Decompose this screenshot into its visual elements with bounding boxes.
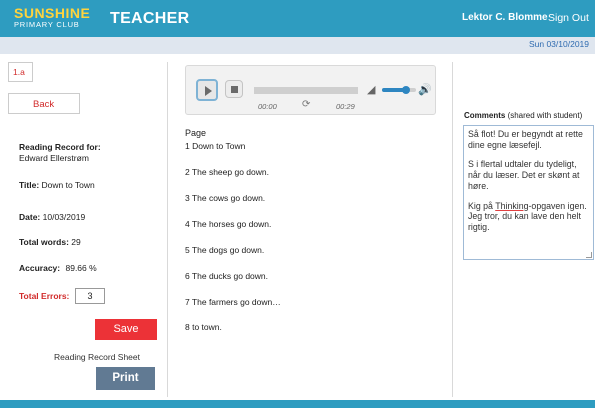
page-line: 6 The ducks go down. [185,271,269,281]
current-time: 00:00 [258,102,277,111]
loop-icon[interactable]: ⟳ [302,99,310,110]
volume-high-icon[interactable]: 🔊 [418,83,432,96]
back-button-label: Back [33,99,55,110]
volume-low-icon: ◢ [367,84,376,96]
top-bar: SUNSHINE PRIMARY CLUB TEACHER Lektor C. … [0,0,595,37]
audio-progress-bar[interactable] [254,87,358,94]
page-line: 3 The cows go down. [185,193,266,203]
reading-record-sheet-label: Reading Record Sheet [54,352,141,362]
page-heading: Page [185,128,207,138]
duration: 00:29 [336,102,355,111]
stop-icon [231,86,238,93]
comment-paragraph: S i flertal udtaler du tydeligt, når du … [468,159,580,191]
comments-label: Comments (shared with student) [464,111,583,120]
panel-divider [452,62,453,397]
page-line: 2 The sheep go down. [185,167,269,177]
stop-button[interactable] [225,80,243,98]
spellcheck-flagged-word: Thinking [495,200,529,211]
logo-sub-text: PRIMARY CLUB [14,20,80,29]
date-value: 10/03/2019 [42,212,86,222]
play-button[interactable] [196,79,218,101]
total-errors-input[interactable]: 3 [75,288,105,304]
resize-handle[interactable] [586,252,592,258]
app-title: TEACHER [110,10,190,27]
date-bar: Sun 03/10/2019 [0,37,595,54]
page-line: 4 The horses go down. [185,219,272,229]
bottom-bar [0,400,595,408]
reading-record-label: Reading Record for: [19,142,101,152]
class-tab[interactable]: 1.a [8,62,33,82]
logo-main-text: SUNSHINE [14,5,91,21]
print-button[interactable]: Print [96,367,155,390]
logo[interactable]: SUNSHINE PRIMARY CLUB [14,6,90,29]
title-field: Title: Down to Town [19,180,95,190]
back-button[interactable]: Back [8,93,80,114]
comments-textarea[interactable]: Så flot! Du er begyndt at rette dine egn… [463,125,594,260]
total-errors-label: Total Errors: [19,291,70,301]
volume-slider-handle[interactable] [401,86,410,94]
comment-paragraph: Så flot! Du er begyndt at rette dine egn… [468,129,583,150]
accuracy-value: 89.66 % [65,263,97,273]
page-line: 5 The dogs go down. [185,245,265,255]
audio-player: ◢ 🔊 00:00 ⟳ 00:29 [185,65,436,115]
class-label: 1.a [13,67,25,77]
user-name: Lektor C. Blomme [462,12,548,23]
sign-out-link[interactable]: Sign Out [548,12,589,24]
student-name: Edward Ellerstrøm [19,153,89,163]
total-words-field: Total words: 29 [19,237,81,247]
total-words-value: 29 [71,237,81,247]
comment-paragraph: Kig på Thinking-opgaven igen. Jeg tror, … [468,200,587,233]
accuracy-field: Accuracy: 89.66 % [19,263,97,273]
page-line: 7 The farmers go down… [185,297,281,307]
volume-slider[interactable] [382,86,416,94]
left-panel: 1.a Back Reading Record for: Edward Elle… [8,62,168,397]
save-button[interactable]: Save [95,319,157,340]
title-value: Down to Town [41,180,95,190]
page-line: 1 Down to Town [185,141,246,151]
play-icon [205,86,212,96]
date-field: Date: 10/03/2019 [19,212,86,222]
page-line: 8 to town. [185,322,222,332]
current-date: Sun 03/10/2019 [528,39,589,49]
